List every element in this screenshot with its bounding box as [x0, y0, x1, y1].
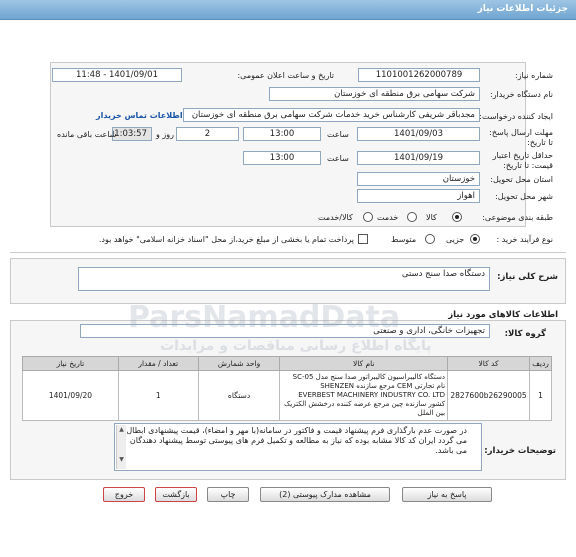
reply-button[interactable]: پاسخ به نیاز: [402, 487, 492, 502]
goods-group-label: گروه کالا:: [504, 329, 546, 339]
col-row: ردیف: [529, 356, 552, 371]
buyer-field: شرکت سهامی برق منطقه ای خوزستان: [269, 87, 480, 101]
province-label: استان محل تحویل:: [490, 175, 553, 184]
process-minor-radio[interactable]: [470, 234, 480, 244]
validity-date-field: 1401/09/19: [357, 151, 480, 165]
goods-group-field: تجهیزات خانگی، اداری و صنعتی: [80, 324, 490, 338]
need-number-label: شماره نیاز:: [515, 71, 553, 80]
col-date: تاریخ نیاز: [22, 356, 119, 371]
cell-unit: دستگاه: [197, 370, 281, 421]
buyer-label: نام دستگاه خریدار:: [490, 90, 553, 99]
deadline-date-field: 1401/09/03: [357, 127, 480, 141]
category-label: طبقه بندی موضوعی:: [482, 213, 553, 222]
validity-time-label: ساعت: [327, 154, 349, 163]
summary-field: دستگاه صدا سنج دستی: [78, 267, 490, 291]
page-title: جزئیات اطلاعات نیاز: [477, 4, 568, 14]
col-qty: تعداد / مقدار: [117, 356, 199, 371]
need-number-field: 1101001262000789: [358, 68, 480, 82]
process-medium-label: متوسط: [391, 235, 417, 244]
category-service-radio[interactable]: [407, 212, 417, 222]
requester-label: ایجاد کننده درخواست:: [479, 112, 553, 121]
col-code: کد کالا: [447, 356, 531, 371]
process-label: نوع فرآیند خرید :: [496, 235, 553, 244]
province-field: خوزستان: [357, 172, 480, 186]
summary-label: شرح کلی نیاز:: [497, 272, 558, 282]
category-goods-label: کالا: [426, 213, 437, 222]
print-button[interactable]: چاپ: [207, 487, 249, 502]
deadline-label: مهلت ارسال پاسخ: تا تاریخ:: [489, 128, 553, 147]
view-attachments-button[interactable]: مشاهده مدارک پیوستی (2): [260, 487, 390, 502]
validity-time-field: 13:00: [243, 151, 321, 165]
cell-qty: 1: [117, 370, 199, 421]
days-label: روز و: [156, 130, 174, 139]
category-goods-service-radio[interactable]: [363, 212, 373, 222]
cell-code: 2827600b26290005: [447, 370, 531, 421]
deadline-time-field: 13:00: [243, 127, 321, 141]
buyer-notes-field: در صورت عدم بارگذاری فرم پیشنهاد قیمت و …: [114, 423, 482, 471]
col-name: نام کالا: [279, 356, 449, 371]
buyer-notes-label: توضیحات خریدار:: [484, 446, 556, 456]
back-button[interactable]: بازگشت: [155, 487, 197, 502]
cell-date: 1401/09/20: [22, 370, 119, 421]
city-field: اهواز: [357, 189, 480, 203]
divider: [10, 252, 566, 253]
validity-label: حداقل تاریخ اعتبار قیمت: تا تاریخ:: [492, 151, 553, 170]
category-goods-service-label: کالا/خدمت: [318, 213, 353, 222]
process-medium-radio[interactable]: [425, 234, 435, 244]
category-service-label: خدمت: [377, 213, 399, 222]
days-field: 2: [176, 127, 239, 141]
requester-field: مجدباقر شریفی کارشناس خرید خدمات شرکت سه…: [183, 108, 480, 122]
table-row[interactable]: 1 2827600b26290005 دستگاه کالیبراسیون کا…: [22, 370, 552, 421]
city-label: شهر محل تحویل:: [495, 192, 553, 201]
deadline-time-label: ساعت: [327, 130, 349, 139]
buyer-contact-link[interactable]: اطلاعات تماس خریدار: [96, 111, 183, 120]
process-minor-label: جزیی: [446, 235, 465, 244]
goods-section-title: اطلاعات کالاهای مورد نیاز: [448, 310, 558, 320]
exit-button[interactable]: خروج: [103, 487, 145, 502]
cell-row: 1: [529, 370, 552, 421]
remaining-label: ساعت باقی مانده: [57, 130, 117, 139]
table-header-row: ردیف کد کالا نام کالا واحد شمارش تعداد /…: [22, 356, 552, 371]
col-unit: واحد شمارش: [197, 356, 281, 371]
goods-table: ردیف کد کالا نام کالا واحد شمارش تعداد /…: [22, 356, 552, 421]
category-goods-radio[interactable]: [452, 212, 462, 222]
treasury-payment-note: پرداخت تمام یا بخشی از مبلغ خرید،از محل …: [98, 235, 354, 244]
treasury-payment-checkbox[interactable]: [358, 234, 368, 244]
cell-name: دستگاه کالیبراسیون کالیبراتور صدا سنج مد…: [279, 370, 449, 421]
page-header: جزئیات اطلاعات نیاز: [0, 0, 576, 20]
announce-field: 1401/09/01 - 11:48: [52, 68, 182, 82]
announce-label: تاریخ و ساعت اعلان عمومی:: [237, 71, 334, 80]
notes-scrollbar[interactable]: ▲ ▼: [116, 425, 126, 469]
remaining-time-field: 01:03:57: [112, 127, 152, 141]
